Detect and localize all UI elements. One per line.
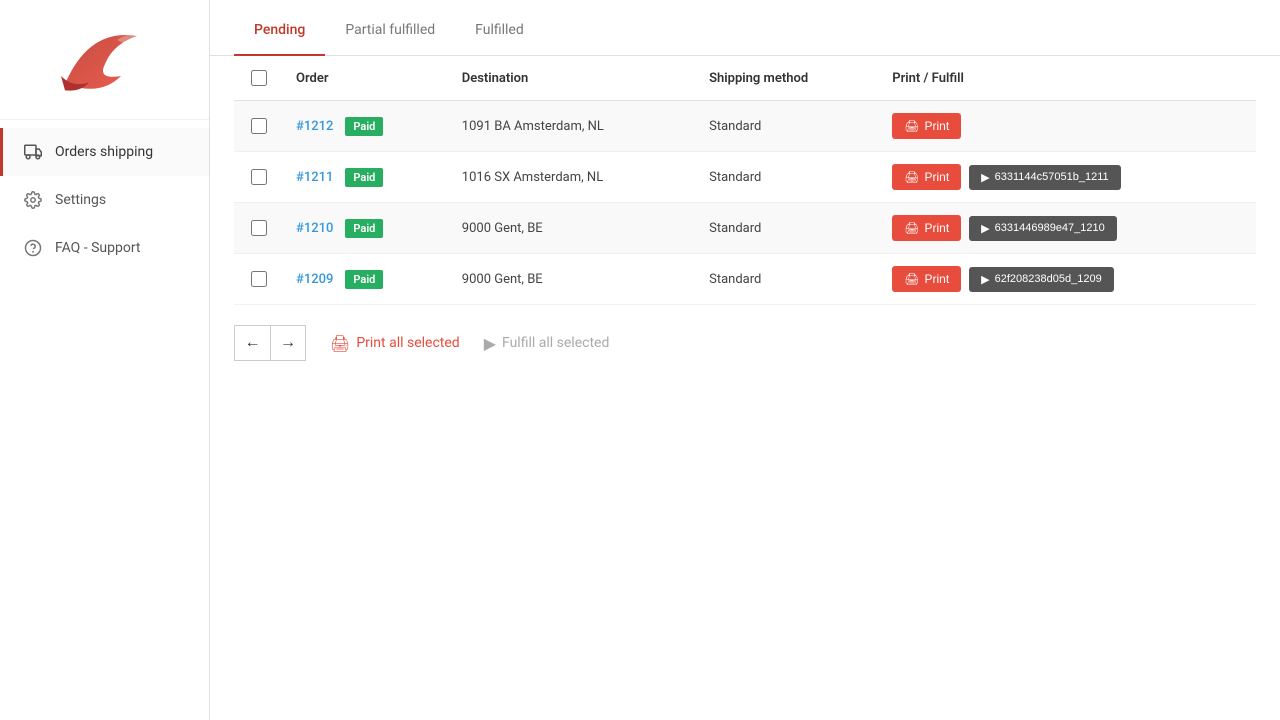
destination-cell: 9000 Gent, BE <box>450 203 697 254</box>
paid-badge: Paid <box>345 168 383 187</box>
row-checkbox-row-1211[interactable] <box>251 169 267 185</box>
print-fulfill-column-header: Print / Fulfill <box>880 56 1256 101</box>
main-content: Pending Partial fulfilled Fulfilled <box>210 0 1280 720</box>
row-checkbox-cell <box>234 203 284 254</box>
sidebar-item-label: Orders shipping <box>55 144 153 160</box>
shipping-method-cell: Standard <box>697 203 880 254</box>
tab-pending[interactable]: Pending <box>234 6 325 56</box>
order-column-header: Order <box>284 56 450 101</box>
truck-icon <box>23 142 43 162</box>
order-link[interactable]: #1210 <box>296 221 333 236</box>
fulfill-button[interactable]: ▶ 6331446989e47_1210 <box>969 216 1117 241</box>
shipping-method-column-header: Shipping method <box>697 56 880 101</box>
order-cell: #1212 Paid <box>284 101 450 152</box>
tabs-bar: Pending Partial fulfilled Fulfilled <box>210 0 1280 56</box>
order-link[interactable]: #1209 <box>296 272 333 287</box>
pagination: ← → <box>234 325 306 361</box>
fulfill-icon: ▶ <box>981 222 989 235</box>
paid-badge: Paid <box>345 117 383 136</box>
row-checkbox-row-1209[interactable] <box>251 271 267 287</box>
action-cell: 🖨 Print ▶ 62f208238d05d_1209 <box>880 254 1256 305</box>
row-checkbox-row-1210[interactable] <box>251 220 267 236</box>
row-checkbox-cell <box>234 152 284 203</box>
action-cell: 🖨 Print ▶ 6331144c57051b_1211 <box>880 152 1256 203</box>
order-cell: #1211 Paid <box>284 152 450 203</box>
print-icon: 🖨 <box>904 119 919 133</box>
sidebar-nav: Orders shipping Settings FAQ - Support <box>0 120 209 272</box>
shipping-method-cell: Standard <box>697 254 880 305</box>
fulfill-button[interactable]: ▶ 6331144c57051b_1211 <box>969 165 1120 190</box>
shipping-method-cell: Standard <box>697 101 880 152</box>
sidebar-item-label: FAQ - Support <box>55 240 140 256</box>
question-icon <box>23 238 43 258</box>
order-cell: #1210 Paid <box>284 203 450 254</box>
table-row: #1211 Paid 1016 SX Amsterdam, NLStandard… <box>234 152 1256 203</box>
orders-table: Order Destination Shipping method Print … <box>234 56 1256 305</box>
destination-cell: 9000 Gent, BE <box>450 254 697 305</box>
row-checkbox-cell <box>234 254 284 305</box>
print-bulk-icon: 🖨 <box>330 334 350 353</box>
print-icon: 🖨 <box>904 272 919 286</box>
tab-partial-fulfilled[interactable]: Partial fulfilled <box>325 6 455 56</box>
fulfill-icon: ▶ <box>981 273 989 286</box>
sidebar-item-settings[interactable]: Settings <box>0 176 209 224</box>
table-row: #1210 Paid 9000 Gent, BEStandard 🖨 Print… <box>234 203 1256 254</box>
print-button[interactable]: 🖨 Print <box>892 113 961 139</box>
gear-icon <box>23 190 43 210</box>
row-checkbox-row-1212[interactable] <box>251 118 267 134</box>
logo <box>0 0 209 120</box>
select-all-column <box>234 56 284 101</box>
print-icon: 🖨 <box>904 170 919 184</box>
table-row: #1209 Paid 9000 Gent, BEStandard 🖨 Print… <box>234 254 1256 305</box>
content-area: Pending Partial fulfilled Fulfilled <box>210 0 1280 720</box>
action-cell: 🖨 Print ▶ 6331446989e47_1210 <box>880 203 1256 254</box>
print-button[interactable]: 🖨 Print <box>892 266 961 292</box>
bottom-bar: ← → 🖨 Print all selected ▶ Fulfill all s… <box>210 305 1280 381</box>
fulfill-all-selected-button[interactable]: ▶ Fulfill all selected <box>484 334 610 353</box>
order-link[interactable]: #1211 <box>296 170 333 185</box>
print-icon: 🖨 <box>904 221 919 235</box>
fulfill-bulk-icon: ▶ <box>484 334 496 353</box>
row-checkbox-cell <box>234 101 284 152</box>
table-header-row: Order Destination Shipping method Print … <box>234 56 1256 101</box>
prev-page-button[interactable]: ← <box>234 325 270 361</box>
destination-cell: 1016 SX Amsterdam, NL <box>450 152 697 203</box>
sidebar: Orders shipping Settings FAQ - Support <box>0 0 210 720</box>
print-all-selected-button[interactable]: 🖨 Print all selected <box>330 334 460 353</box>
shipping-method-cell: Standard <box>697 152 880 203</box>
order-cell: #1209 Paid <box>284 254 450 305</box>
destination-cell: 1091 BA Amsterdam, NL <box>450 101 697 152</box>
print-button[interactable]: 🖨 Print <box>892 164 961 190</box>
sidebar-item-label: Settings <box>55 192 106 208</box>
order-link[interactable]: #1212 <box>296 119 333 134</box>
print-button[interactable]: 🖨 Print <box>892 215 961 241</box>
select-all-checkbox[interactable] <box>251 70 267 86</box>
fulfill-icon: ▶ <box>981 171 989 184</box>
sidebar-item-orders-shipping[interactable]: Orders shipping <box>0 128 209 176</box>
sidebar-item-faq[interactable]: FAQ - Support <box>0 224 209 272</box>
paid-badge: Paid <box>345 270 383 289</box>
next-page-button[interactable]: → <box>270 325 306 361</box>
action-cell: 🖨 Print <box>880 101 1256 152</box>
fulfill-button[interactable]: ▶ 62f208238d05d_1209 <box>969 267 1114 292</box>
paid-badge: Paid <box>345 219 383 238</box>
tab-fulfilled[interactable]: Fulfilled <box>455 6 544 56</box>
table-row: #1212 Paid 1091 BA Amsterdam, NLStandard… <box>234 101 1256 152</box>
logo-icon <box>40 20 170 100</box>
orders-table-container: Order Destination Shipping method Print … <box>210 56 1280 305</box>
destination-column-header: Destination <box>450 56 697 101</box>
